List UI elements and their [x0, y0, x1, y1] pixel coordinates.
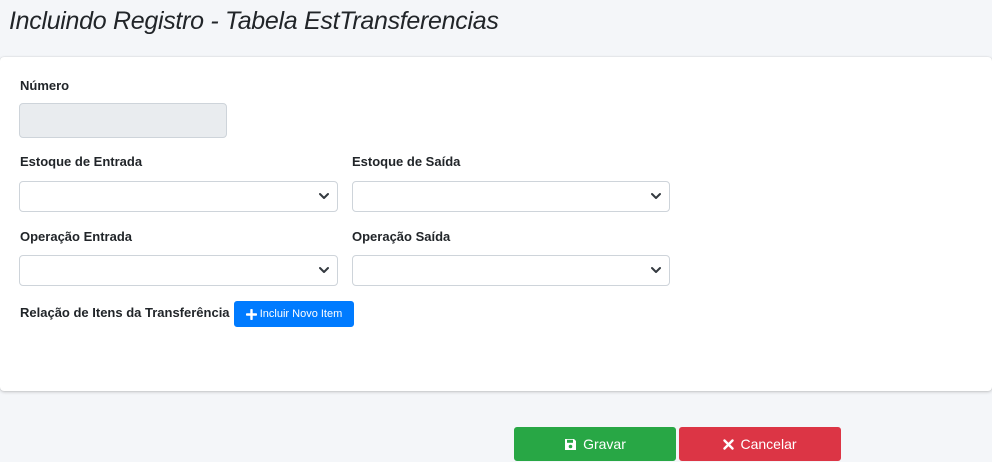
estoque-saida-label: Estoque de Saída: [352, 154, 461, 169]
operacao-entrada-label: Operação Entrada: [20, 229, 132, 244]
numero-field[interactable]: [19, 103, 227, 138]
page-title: Incluindo Registro - Tabela EstTransfere…: [9, 7, 499, 35]
numero-label: Número: [20, 78, 70, 93]
operacao-saida-select[interactable]: [352, 255, 670, 286]
add-item-button[interactable]: Incluir Novo Item: [234, 301, 354, 327]
estoque-entrada-label: Estoque de Entrada: [20, 154, 143, 169]
chevron-down-icon: [319, 193, 329, 199]
save-button[interactable]: Gravar: [514, 427, 676, 461]
save-label: Gravar: [583, 436, 626, 452]
chevron-down-icon: [651, 193, 661, 199]
estoque-saida-select[interactable]: [352, 181, 670, 212]
chevron-down-icon: [651, 267, 661, 273]
operacao-saida-label: Operação Saída: [352, 229, 451, 244]
chevron-down-icon: [319, 267, 329, 273]
cancel-button[interactable]: Cancelar: [679, 427, 841, 461]
cancel-label: Cancelar: [740, 436, 797, 452]
operacao-entrada-select[interactable]: [19, 255, 338, 286]
add-item-label: Incluir Novo Item: [259, 308, 343, 320]
plus-icon: [245, 308, 257, 320]
itens-label: Relação de Itens da Transferência: [20, 305, 230, 320]
estoque-entrada-select[interactable]: [19, 181, 338, 212]
floppy-disk-icon: [564, 438, 577, 451]
times-icon: [723, 438, 735, 450]
